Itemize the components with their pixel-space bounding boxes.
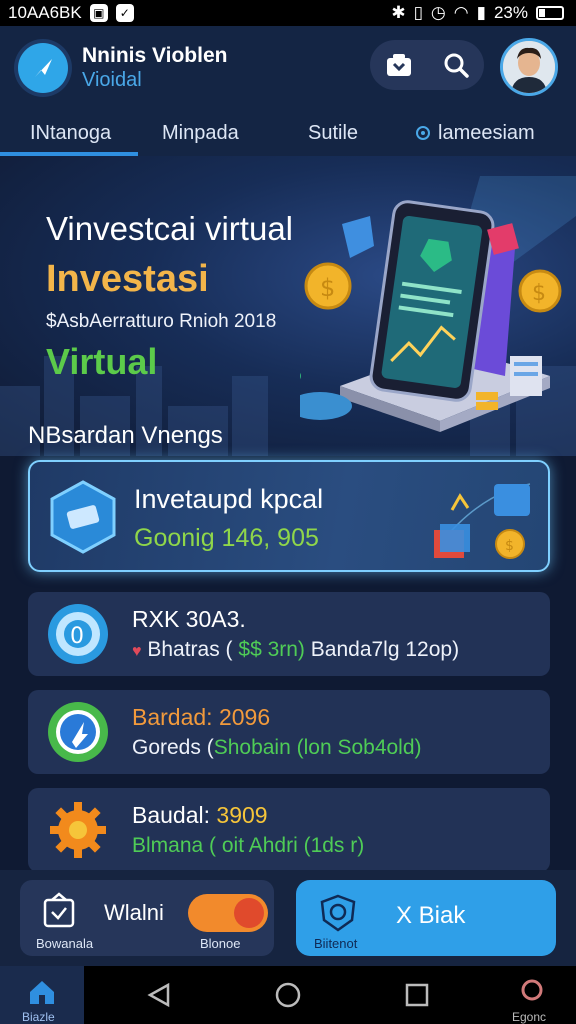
toggle-caption: Blonoe — [200, 936, 241, 951]
battery-percent: 23% — [493, 3, 528, 22]
svg-text:0: 0 — [70, 624, 84, 649]
featured-investment-card[interactable]: Invetaupd kpcal Goonig 146, 905 $ — [28, 460, 550, 572]
card-title-prefix: Baudal: — [132, 802, 217, 828]
svg-text:$: $ — [320, 274, 335, 302]
wallet-button[interactable] — [381, 47, 417, 83]
list-item[interactable]: 0 RXK 30A3. ♥ Bhatras ( $$ 3rn) Banda7lg… — [28, 592, 550, 676]
wallet-card[interactable]: Wlalni Bowanala Blonoe — [20, 880, 274, 956]
primary-action-label: X Biak — [396, 902, 466, 929]
wallet-check-icon — [43, 892, 75, 928]
circle-coin-icon: 0 — [48, 604, 108, 664]
status-bar: 10AA6BK ▣ ✓ ✱ ▯ ◷ ◠ ▮ 23% — [0, 0, 576, 26]
alarm-icon: ◷ — [430, 3, 446, 22]
hero-tagline: Virtual — [46, 341, 158, 382]
list-item[interactable]: Baudal: 3909 Blmana ( oit Ahdri (1ds r) — [28, 788, 550, 872]
tab-lameesiam[interactable]: lameesiam — [416, 110, 535, 156]
bottom-action-bar: Wlalni Bowanala Blonoe X Biak Biitenot — [0, 870, 576, 966]
header-actions — [370, 40, 484, 90]
card-sub-prefix: Bhatras ( — [147, 638, 233, 661]
nav-home-label: Biazle — [22, 1010, 55, 1024]
wallet-icon — [386, 54, 411, 76]
status-right: ✱ ▯ ◷ ◠ ▮ 23% — [391, 3, 564, 23]
battery-icon — [536, 6, 564, 20]
wifi-icon: ◠ — [453, 3, 469, 22]
tab-sutile[interactable]: Sutile — [308, 110, 358, 156]
svg-text:$: $ — [532, 281, 546, 306]
status-text: 10AA6BK — [8, 3, 82, 22]
card-sub-suffix: Banda7lg 12op) — [310, 638, 460, 661]
profile-circle-icon[interactable] — [520, 978, 544, 1002]
nav-home-tab[interactable]: Biazle — [0, 966, 84, 1024]
home-icon — [30, 981, 54, 1004]
shield-icon — [320, 894, 356, 932]
card-title: RXK 30A3. — [132, 606, 246, 632]
primary-action-button[interactable]: X Biak Biitenot — [296, 880, 556, 956]
system-nav-bar: Biazle Egonc — [0, 966, 576, 1024]
wallet-label: Wlalni — [104, 900, 164, 925]
featured-value: Goonig 146, 905 — [134, 524, 319, 552]
tab-lameesiam-label: lameesiam — [438, 121, 535, 144]
hero-heading: Vinvestcai virtual — [46, 210, 294, 247]
bluetooth-icon: ✱ — [391, 3, 406, 22]
notification-icon: ▣ — [89, 4, 108, 22]
arrow-circle-icon — [48, 702, 108, 762]
signal-icon: ▮ — [476, 3, 486, 22]
app-title: Nninis Vioblen — [82, 44, 228, 68]
investment-decoration-graphic: $ — [434, 483, 531, 559]
status-left: 10AA6BK ▣ ✓ — [8, 3, 134, 23]
hero-banner[interactable]: Vinvestcai virtual Investasi $AsbAerratt… — [0, 156, 576, 456]
search-icon — [444, 53, 469, 78]
gear-icon — [50, 802, 106, 858]
check-icon: ✓ — [115, 4, 134, 22]
section-title: NBsardan Vnengs — [28, 422, 223, 449]
card-subtitle: Blmana ( oit Ahdri (1ds r) — [132, 834, 365, 857]
card-title: Bardad: 2096 — [132, 704, 271, 730]
tab-intanoga[interactable]: INtanoga — [30, 110, 111, 156]
hero-caption: $AsbAerratturo Rnioh 2018 — [46, 311, 277, 332]
svg-text:$: $ — [505, 538, 514, 554]
back-icon[interactable] — [146, 982, 172, 1008]
radio-icon — [416, 126, 430, 140]
tab-bar: INtanoga Minpada Sutile lameesiam — [0, 110, 576, 156]
home-circle-icon[interactable] — [274, 981, 302, 1009]
heart-icon: ♥ — [132, 643, 142, 660]
app-header: Nninis Vioblen Vioidal — [0, 26, 576, 110]
recents-icon[interactable] — [404, 982, 430, 1008]
hexagon-card-icon — [50, 480, 116, 554]
avatar[interactable] — [500, 38, 558, 96]
card-sub-prefix: Goreds ( — [132, 736, 214, 759]
app-subtitle: Vioidal — [82, 68, 142, 91]
primary-action-caption: Biitenot — [314, 936, 358, 951]
search-button[interactable] — [438, 47, 474, 83]
card-sub-highlight: Shobain (lon Sob4old) — [213, 736, 422, 759]
card-sub-highlight: $$ 3rn) — [238, 638, 305, 661]
card-title-value: 3909 — [216, 802, 268, 828]
wallet-toggle[interactable] — [188, 894, 268, 932]
vibrate-icon: ▯ — [413, 3, 423, 22]
list-item[interactable]: Bardad: 2096 Goreds (Shobain (lon Sob4ol… — [28, 690, 550, 774]
nav-right-label: Egonc — [512, 1010, 547, 1024]
card-subtitle: ♥ Bhatras ( $$ 3rn) Banda7lg 12op) — [132, 638, 459, 662]
card-subtitle: Goreds (Shobain (lon Sob4old) — [132, 736, 422, 760]
hero-highlight: Investasi — [46, 258, 209, 300]
card-title: Baudal: 3909 — [132, 802, 268, 829]
phone-investment-illustration: $ $ — [300, 176, 576, 432]
app-names: Nninis Vioblen Vioidal — [82, 44, 227, 91]
featured-title: Invetaupd kpcal — [134, 484, 324, 514]
tab-minpada[interactable]: Minpada — [162, 110, 239, 156]
wallet-caption: Bowanala — [36, 936, 94, 951]
toggle-knob — [234, 898, 264, 928]
app-logo-icon — [18, 43, 68, 93]
hero-text: Vinvestcai virtual Investasi $AsbAerratt… — [46, 210, 293, 383]
